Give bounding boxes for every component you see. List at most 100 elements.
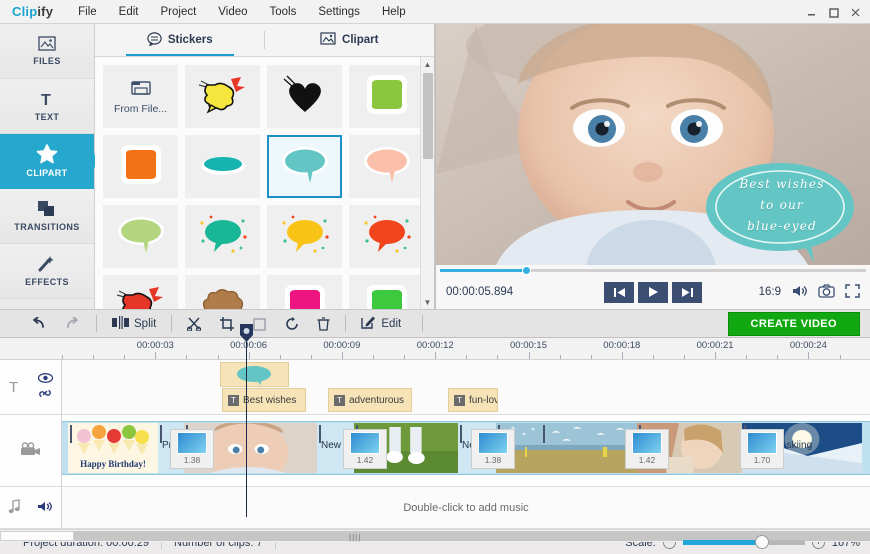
clip-grip-handle[interactable] [70,425,76,443]
sidebar-item-files[interactable]: FILES [0,24,94,79]
sticker-cell-red-sparkle-bubble[interactable] [349,205,424,268]
menu-file[interactable]: File [67,3,108,21]
hscroll-thumb[interactable] [0,531,74,541]
clip-grip-handle[interactable] [319,425,325,443]
maximize-icon[interactable] [822,1,844,23]
timeline-transition-5[interactable]: 1.70 [740,429,784,469]
sticker-cell-green-sparkle-bubble[interactable] [185,205,260,268]
menu-settings[interactable]: Settings [307,3,371,21]
sticker-cell-teal-ellipse-bubble[interactable] [185,135,260,198]
timeline-clip-birds-clip-b[interactable] [541,423,637,473]
scrollbar-thumb[interactable] [423,73,433,159]
volume-icon[interactable] [791,284,808,301]
timeline-transition-4[interactable]: 1.42 [625,429,669,469]
fullscreen-icon[interactable] [845,283,860,301]
app-name-part-b: ify [37,4,54,19]
ruler-tick [652,355,654,359]
audio-hint: Double-click to add music [403,501,529,514]
sticker-cell-teal-speech-bubble[interactable] [267,135,342,198]
camera-icon[interactable] [818,283,835,301]
teal-ellipse-bubble-icon [199,151,247,182]
sidebar-item-text[interactable]: T TEXT [0,79,94,134]
menu-help[interactable]: Help [371,3,417,21]
timeline-transition-2[interactable]: 1.42 [343,429,387,469]
split-button[interactable]: Split [103,309,165,338]
sticker-cell-green-bubble[interactable] [349,275,424,309]
scissors-icon[interactable] [178,309,211,338]
sticker-cell-brown-cloud-bubble[interactable] [185,275,260,309]
seek-handle[interactable] [522,265,531,275]
sticker-cell-green-rounded-bubble[interactable] [349,65,424,128]
trash-icon[interactable] [308,309,339,338]
timeline-ruler[interactable]: 00:00:03 00:00:06 00:00:09 00:00:12 00:00:15… [0,338,870,360]
timeline-clip-happy-birthday[interactable]: Happy Birthday! [68,423,158,473]
sidebar-item-effects[interactable]: EFFECTS [0,244,94,299]
link-icon[interactable] [38,388,53,402]
sticker-cell-orange-rounded-bubble[interactable] [103,135,178,198]
sticker-cell-yellow-burst-bubble[interactable] [185,65,260,128]
sticker-cell-pink-bubble[interactable] [267,275,342,309]
menu-project[interactable]: Project [150,3,208,21]
teal-speech-bubble-icon [280,144,330,189]
speech-bubble-overlay[interactable]: Best wishes to our blue-eyed [702,159,862,264]
timeline-teal-bubble-sticker[interactable] [220,362,289,387]
scale-slider[interactable] [682,535,805,549]
minimize-icon[interactable] [800,1,822,23]
library-tabs: Stickers Clipart [95,24,434,57]
eye-icon[interactable] [38,372,54,386]
scroll-down-icon[interactable]: ▼ [421,295,434,309]
ruler-tick [559,355,561,359]
timeline-transition-1[interactable]: 1.38 [170,429,214,469]
video-track-body[interactable]: Happy Birthday! Pre New New litt [62,415,870,486]
image-icon [38,36,56,52]
playhead[interactable] [240,324,253,517]
menu-video[interactable]: Video [207,3,258,21]
prev-frame-button[interactable] [604,281,634,303]
tab-clipart[interactable]: Clipart [265,24,435,56]
scroll-up-icon[interactable]: ▲ [421,57,434,71]
speech-bubble-icon [147,31,162,49]
video-preview[interactable]: Best wishes to our blue-eyed [436,24,870,265]
timeline-title-clip[interactable]: T Best wishes [222,388,306,412]
sidebar-item-transitions[interactable]: TRANSITIONS [0,189,94,244]
sticker-cell-peach-speech-bubble[interactable] [349,135,424,198]
sticker-cell-black-heart[interactable] [267,65,342,128]
transition-duration: 1.38 [484,455,502,465]
toolbar-divider [171,315,173,332]
sticker-cell-yellow-sparkle-bubble[interactable] [267,205,342,268]
text-track-body[interactable]: T Best wishes T adventurous T fun-lov [62,360,870,414]
clip-grip-handle[interactable] [160,425,166,443]
audio-track-body[interactable]: Double-click to add music [62,487,870,528]
from-file-option[interactable]: From File... [114,79,167,115]
clip-grip-handle[interactable] [460,425,466,443]
sidebar-item-clipart[interactable]: CLIPART [0,134,101,189]
timeline-title-clip[interactable]: T adventurous [328,388,412,412]
tab-stickers[interactable]: Stickers [95,24,265,56]
create-video-button[interactable]: CREATE VIDEO [727,311,860,336]
aspect-ratio-label[interactable]: 16:9 [759,286,781,298]
library-scrollbar[interactable]: ▲ ▼ [420,57,434,309]
magic-wand-icon [37,255,57,273]
edit-button[interactable]: Edit [352,309,410,338]
clip-grip-handle[interactable] [543,425,549,443]
scale-slider-handle[interactable] [754,535,769,549]
preview-seekbar[interactable] [436,265,870,275]
play-button[interactable] [638,281,668,303]
light-green-bubble-icon [116,214,166,259]
rotate-icon[interactable] [276,309,308,338]
speaker-icon[interactable] [37,500,53,516]
sidebar-item-label: EFFECTS [25,277,69,287]
undo-button[interactable] [22,309,56,338]
menu-tools[interactable]: Tools [259,3,308,21]
playhead-handle[interactable] [240,324,253,342]
timeline-transition-3[interactable]: 1.38 [471,429,515,469]
menu-edit[interactable]: Edit [108,3,150,21]
sticker-cell-light-green-bubble[interactable] [103,205,178,268]
title-clip-label: Best wishes [243,394,297,406]
redo-button[interactable] [56,309,90,338]
sticker-cell-from-file[interactable]: From File... [103,65,178,128]
timeline-title-clip[interactable]: T fun-lov [448,388,498,412]
close-icon[interactable] [844,1,866,23]
sticker-cell-red-burst-bubble[interactable] [103,275,178,309]
next-frame-button[interactable] [672,281,702,303]
